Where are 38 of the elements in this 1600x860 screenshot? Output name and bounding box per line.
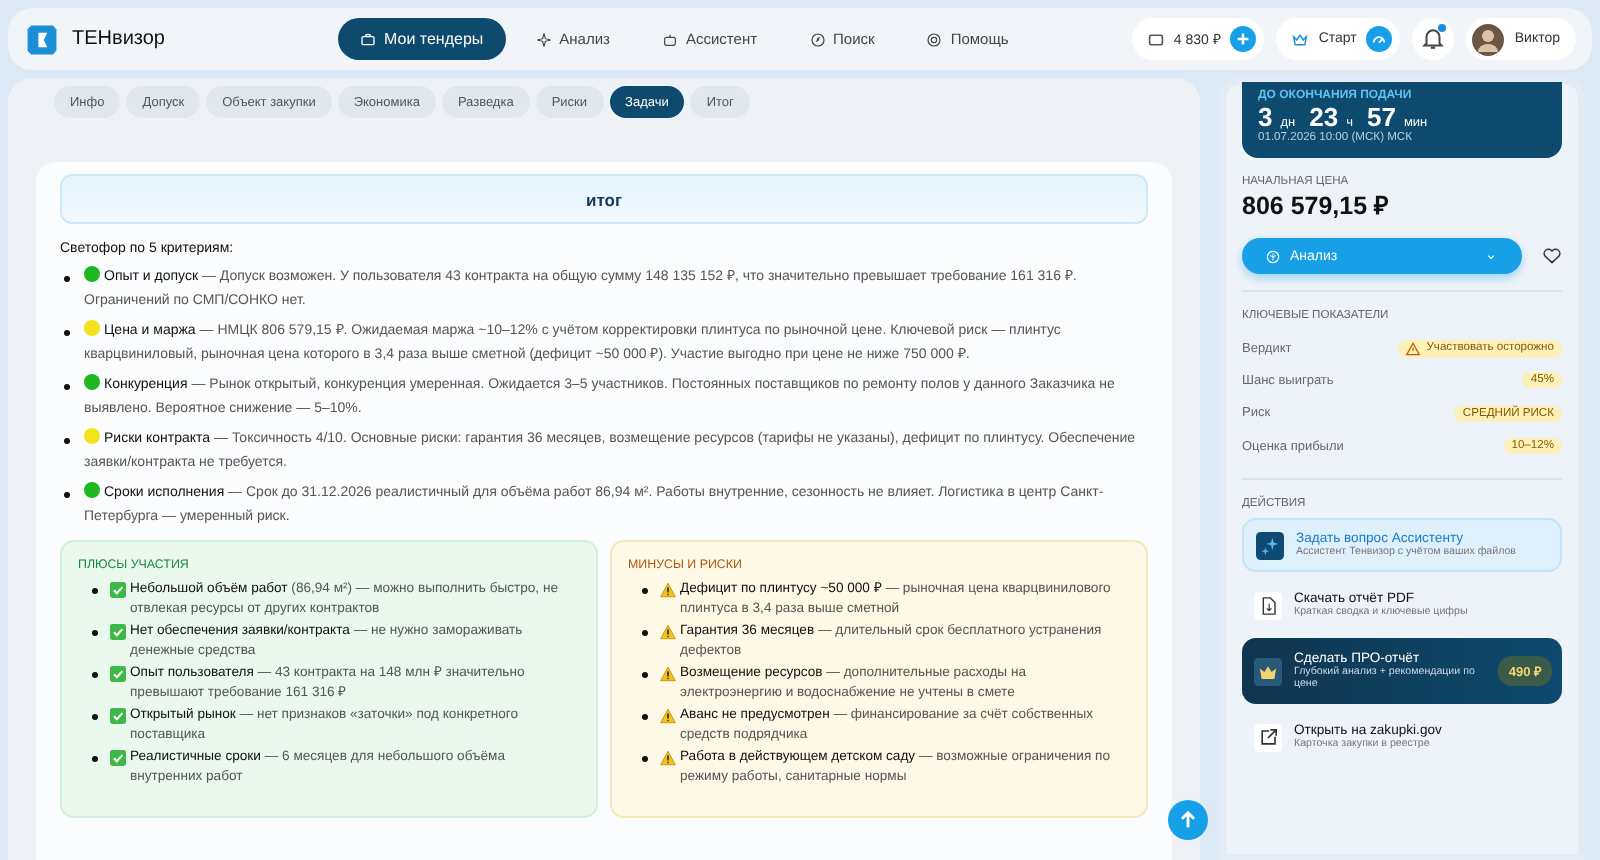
price-value: 806 579,15 ₽ xyxy=(1242,190,1391,222)
countdown-number: 57 xyxy=(1366,102,1396,132)
compass-icon xyxy=(809,31,826,47)
warning-icon xyxy=(660,750,676,766)
avatar-icon xyxy=(1472,23,1505,55)
briefcase-icon xyxy=(360,31,376,47)
check-icon xyxy=(110,708,126,724)
robot-icon xyxy=(661,31,678,47)
gauge-icon xyxy=(1366,26,1393,52)
sparkle-icon xyxy=(535,31,552,47)
document-icon xyxy=(1254,591,1282,620)
logo-icon xyxy=(24,21,60,57)
scroll-up-button[interactable] xyxy=(1168,800,1208,840)
heart-icon[interactable] xyxy=(1542,246,1562,266)
warning-icon xyxy=(660,666,676,682)
warning-icon xyxy=(1406,341,1421,356)
brand-name: ТЕНвизор xyxy=(72,28,165,50)
arrow-up-icon xyxy=(1176,808,1200,832)
check-icon xyxy=(110,750,126,766)
lifebuoy-icon xyxy=(926,31,943,47)
check-icon xyxy=(110,582,126,598)
caret-icon xyxy=(1484,249,1498,263)
section-title: итог xyxy=(60,174,1148,224)
countdown-number: 23 xyxy=(1309,102,1339,132)
countdown-number: 3 xyxy=(1258,102,1273,132)
external-link-icon xyxy=(1254,723,1282,752)
warning-icon xyxy=(660,708,676,724)
check-icon xyxy=(110,666,126,682)
warning-icon xyxy=(660,582,676,598)
warning-icon xyxy=(660,624,676,640)
crown-icon xyxy=(1292,31,1309,47)
bell-icon xyxy=(1420,26,1447,52)
add-icon[interactable] xyxy=(1230,26,1257,52)
nav-tab[interactable]: Мои тендеры xyxy=(338,18,506,60)
sparkle-icon xyxy=(1256,531,1284,560)
check-icon xyxy=(110,624,126,640)
notifications-button[interactable] xyxy=(1412,18,1455,60)
crown-icon xyxy=(1254,657,1282,686)
